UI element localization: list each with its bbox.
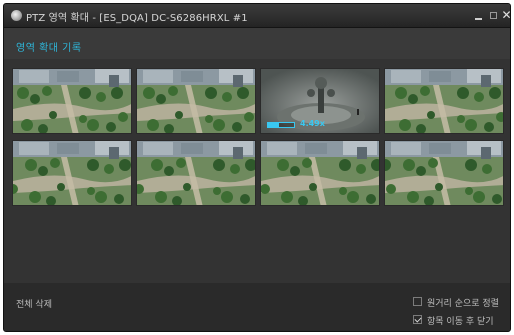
zoom-level-fill: [268, 123, 279, 127]
history-thumbnail[interactable]: [136, 68, 256, 134]
zoom-level-bar: [267, 122, 295, 128]
window-title: PTZ 영역 확대 - [ES_DQA] DC-S6286HRXL #1: [26, 13, 248, 24]
maximize-icon: [490, 12, 497, 19]
section-title: 영역 확대 기록: [16, 43, 82, 54]
camera-icon: [11, 10, 22, 21]
history-thumbnail[interactable]: [260, 140, 380, 206]
thumbnail-image: [385, 69, 503, 133]
sort-by-distance-label: 원거리 순으로 정렬: [427, 299, 499, 309]
thumbnail-image: [261, 141, 379, 205]
title-bar[interactable]: PTZ 영역 확대 - [ES_DQA] DC-S6286HRXL #1 ✕: [4, 4, 510, 28]
header-band: 영역 확대 기록: [4, 28, 510, 59]
footer: 전체 삭제 원거리 순으로 정렬 항목 이동 후 닫기: [4, 283, 510, 331]
history-thumbnail[interactable]: [384, 68, 504, 134]
ptz-zoom-window: PTZ 영역 확대 - [ES_DQA] DC-S6286HRXL #1 ✕ 영…: [3, 3, 511, 332]
zoom-indicator: 4.49x: [267, 119, 367, 130]
history-grid: 4.49x: [4, 59, 510, 283]
close-after-move-checkbox[interactable]: [413, 315, 422, 324]
thumbnail-image: [137, 69, 255, 133]
maximize-button[interactable]: [487, 9, 500, 22]
zoom-label: 4.49x: [300, 119, 325, 128]
close-after-move-label: 항목 이동 후 닫기: [427, 317, 494, 327]
delete-all-button[interactable]: 전체 삭제: [16, 297, 52, 310]
thumbnail-image: [137, 141, 255, 205]
close-button[interactable]: ✕: [500, 8, 511, 22]
history-thumbnail[interactable]: [12, 140, 132, 206]
history-thumbnail[interactable]: [12, 68, 132, 134]
thumbnail-image: [385, 141, 503, 205]
thumbnail-image: [13, 141, 131, 205]
history-thumbnail[interactable]: [384, 140, 504, 206]
thumbnail-image: [13, 69, 131, 133]
history-thumbnail[interactable]: [136, 140, 256, 206]
sort-by-distance-checkbox[interactable]: [413, 297, 422, 306]
minimize-icon: [475, 18, 482, 20]
close-icon: ✕: [501, 8, 511, 22]
history-thumbnail[interactable]: 4.49x: [260, 68, 380, 134]
minimize-button[interactable]: [472, 9, 485, 22]
